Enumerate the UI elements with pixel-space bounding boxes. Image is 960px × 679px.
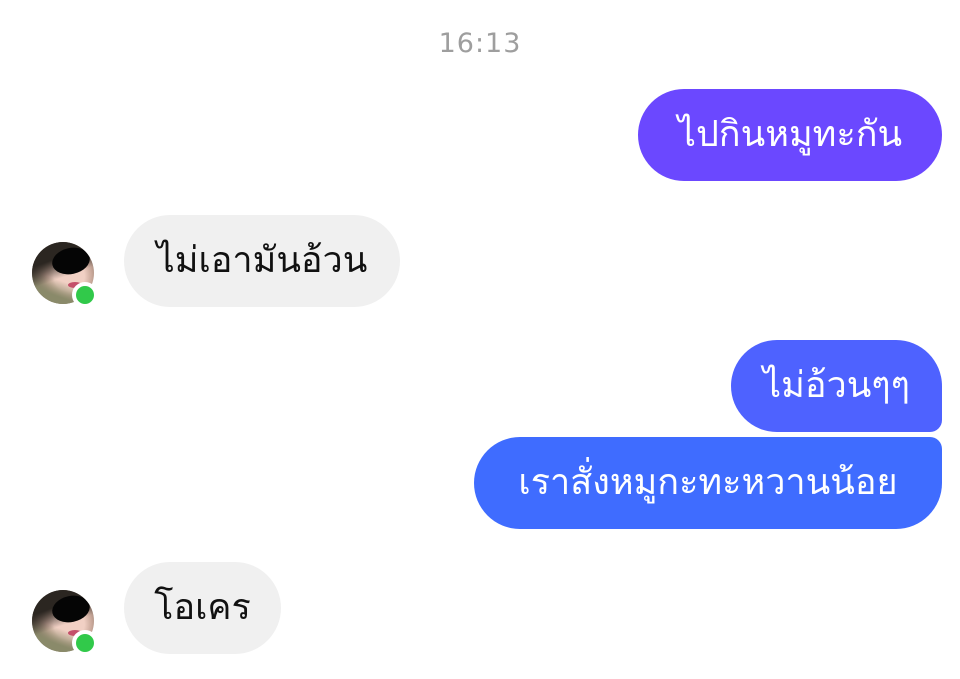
outgoing-message-bubble[interactable]: ไม่อ้วนๆๆ [731, 340, 942, 432]
message-text: ไปกินหมูทะกัน [677, 114, 903, 155]
incoming-message-bubble[interactable]: โอเคร [124, 562, 281, 654]
chat-thread: 16:13 ไปกินหมูทะกัน ไม่เอามันอ้วน ไม่อ้ว… [0, 0, 960, 679]
outgoing-message-bubble[interactable]: ไปกินหมูทะกัน [638, 89, 942, 181]
incoming-message-bubble[interactable]: ไม่เอามันอ้วน [124, 215, 400, 307]
contact-avatar[interactable] [32, 242, 98, 308]
online-status-icon [72, 630, 98, 656]
outgoing-message-bubble[interactable]: เราสั่งหมูกะทะหวานน้อย [474, 437, 942, 529]
message-text: โอเคร [154, 587, 251, 628]
message-text: ไม่อ้วนๆๆ [763, 365, 910, 406]
contact-avatar[interactable] [32, 590, 98, 656]
message-text: เราสั่งหมูกะทะหวานน้อย [518, 462, 898, 503]
message-timestamp: 16:13 [438, 28, 522, 59]
online-status-icon [72, 282, 98, 308]
message-text: ไม่เอามันอ้วน [156, 240, 368, 281]
